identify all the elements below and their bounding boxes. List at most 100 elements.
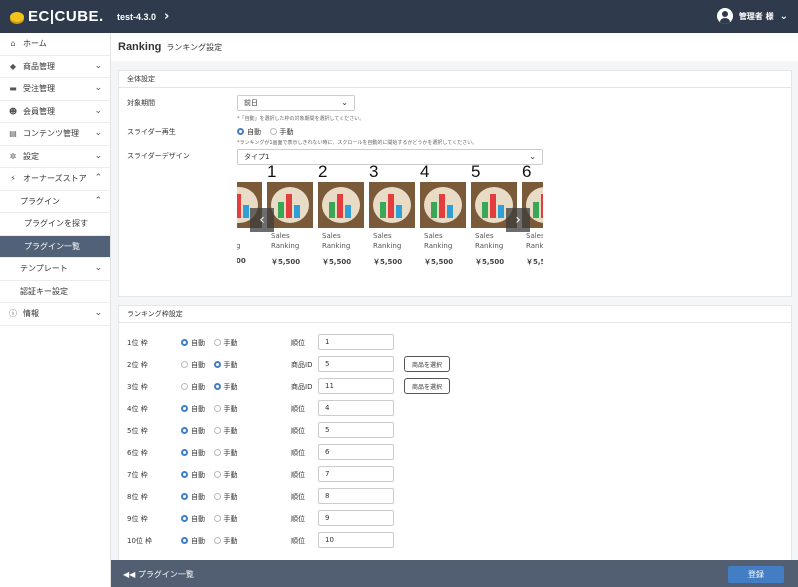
frame-value-input[interactable]: 5 — [318, 356, 394, 372]
chevron-down-icon: ⌄ — [779, 10, 788, 22]
sidebar-item-home[interactable]: ⌂ ホーム — [0, 33, 110, 56]
slide-price: 00 — [237, 257, 246, 265]
frame-value-input[interactable]: 9 — [318, 510, 394, 526]
sidebar-item-settings[interactable]: ✲ 設定 ⌄ — [0, 146, 110, 168]
radio-auto[interactable] — [181, 492, 188, 500]
sales-ranking-image — [369, 182, 415, 228]
frame-field-label: 順位 — [291, 471, 305, 479]
chevron-right-icon[interactable]: › — [164, 9, 169, 24]
period-label: 対象期間 — [127, 99, 155, 107]
frame-name: 3位 枠 — [127, 383, 148, 391]
slide-title-line1: Sales — [475, 232, 494, 240]
sidebar-item-plugin-list[interactable]: プラグイン一覧 — [0, 235, 110, 258]
frame-value-input[interactable]: 10 — [318, 532, 394, 548]
radio-manual[interactable] — [213, 404, 221, 412]
chevron-down-icon: ⌄ — [94, 83, 102, 93]
radio-auto[interactable] — [181, 382, 188, 390]
slider-design-value: タイプ1 — [244, 153, 270, 161]
radio-auto[interactable] — [181, 514, 188, 522]
cart-icon: ▬ — [9, 84, 17, 94]
save-button[interactable]: 登録 — [728, 566, 784, 583]
frame-value-input[interactable]: 6 — [318, 444, 394, 460]
back-to-plugin-list-link[interactable]: ◀◀ プラグイン一覧 — [123, 569, 194, 580]
period-select[interactable]: 前日 ⌄ — [237, 95, 355, 111]
slide-title-line1: Sales — [271, 232, 290, 240]
radio-auto[interactable] — [181, 536, 188, 544]
sidebar-item-auth-key[interactable]: 認証キー設定 — [0, 281, 110, 303]
radio-manual[interactable] — [213, 470, 221, 478]
sidebar-item-customers[interactable]: ☻ 会員管理 ⌄ — [0, 101, 110, 123]
frame-mode-radio-group: 自動 手動 — [181, 404, 244, 414]
frame-mode-radio-group: 自動 手動 — [181, 382, 244, 392]
frame-mode-radio-group: 自動 手動 — [181, 492, 244, 502]
radio-auto[interactable] — [181, 404, 188, 412]
radio-auto[interactable] — [181, 360, 188, 368]
card-heading: 全体設定 — [119, 71, 791, 88]
double-chevron-left-icon: ◀◀ — [123, 570, 136, 579]
frame-row: 1位 枠 自動 手動 順位 1 — [127, 334, 787, 352]
sidebar-item-owners-store[interactable]: ⚡ オーナーズストア ⌃ — [0, 168, 110, 191]
shop-name[interactable]: test-4.3.0 — [117, 12, 156, 22]
sidebar-item-info[interactable]: ⓘ 情報 ⌄ — [0, 303, 110, 326]
period-hint: *「自動」を選択した枠の対象期間を選択してください。 — [237, 116, 365, 122]
info-icon: ⓘ — [9, 309, 17, 319]
radio-label: 手動 — [223, 361, 238, 369]
radio-manual[interactable] — [213, 360, 221, 368]
radio-auto[interactable] — [181, 426, 188, 434]
sidebar-item-find-plugin[interactable]: プラグインを探す — [0, 213, 110, 236]
radio-manual[interactable] — [269, 127, 277, 135]
radio-label: 手動 — [223, 405, 238, 413]
select-product-button[interactable]: 商品を選択 — [404, 378, 450, 394]
sidebar-item-plugin[interactable]: プラグイン ⌃ — [0, 191, 110, 213]
users-icon: ☻ — [8, 106, 18, 116]
frame-name: 1位 枠 — [127, 339, 148, 347]
frame-value-input[interactable]: 5 — [318, 422, 394, 438]
slide-title-line1: Sales — [526, 232, 543, 240]
slider-prev-arrow-icon[interactable]: ‹ — [250, 208, 274, 232]
radio-manual[interactable] — [213, 514, 221, 522]
select-product-button[interactable]: 商品を選択 — [404, 356, 450, 372]
frame-value-input[interactable]: 1 — [318, 334, 394, 350]
home-icon: ⌂ — [10, 39, 16, 49]
radio-manual[interactable] — [213, 382, 221, 390]
user-menu[interactable]: 管理者 様 ⌄ — [716, 8, 788, 24]
sidebar-item-orders[interactable]: ▬ 受注管理 ⌄ — [0, 78, 110, 101]
frame-mode-radio-group: 自動 手動 — [181, 470, 244, 480]
frame-value-input[interactable]: 7 — [318, 466, 394, 482]
sidebar-item-products[interactable]: ◆ 商品管理 ⌄ — [0, 56, 110, 78]
slide-title-line2: Ranking — [475, 242, 504, 250]
slider-next-arrow-icon[interactable]: › — [506, 208, 530, 232]
frame-value-input[interactable]: 8 — [318, 488, 394, 504]
radio-manual[interactable] — [213, 426, 221, 434]
frame-name: 10位 枠 — [127, 537, 153, 545]
frame-name: 6位 枠 — [127, 449, 148, 457]
plug-icon: ⚡ — [10, 174, 16, 184]
slider-design-label: スライダーデザイン — [127, 152, 190, 160]
sidebar-item-template[interactable]: テンプレート ⌄ — [0, 258, 110, 281]
frame-field-label: 順位 — [291, 405, 305, 413]
frame-value-input[interactable]: 4 — [318, 400, 394, 416]
radio-auto[interactable] — [237, 127, 244, 135]
slide-rank-number: 6 — [522, 162, 532, 181]
slider-hint: *ランキングが1画面で表示しきれない時に、スクロールを自動的に開始するかどうかを… — [237, 140, 478, 146]
frame-row: 4位 枠 自動 手動 順位 4 — [127, 400, 787, 418]
radio-manual[interactable] — [213, 536, 221, 544]
ec-cube-logo[interactable]: EC|CUBE. — [0, 0, 111, 33]
radio-manual[interactable] — [213, 448, 221, 456]
radio-auto[interactable] — [181, 470, 188, 478]
radio-auto[interactable] — [181, 448, 188, 456]
page-title: Ranking — [118, 41, 162, 53]
slide-title-line2: Ranking — [373, 242, 402, 250]
frame-value-input[interactable]: 11 — [318, 378, 394, 394]
radio-manual[interactable] — [213, 492, 221, 500]
back-link-label: プラグイン一覧 — [137, 570, 194, 579]
frame-name: 5位 枠 — [127, 427, 148, 435]
sidebar-item-contents[interactable]: ▤ コンテンツ管理 ⌄ — [0, 123, 110, 146]
frame-row: 9位 枠 自動 手動 順位 9 — [127, 510, 787, 528]
slide-title-line1: Sales — [322, 232, 341, 240]
frame-name: 9位 枠 — [127, 515, 148, 523]
radio-auto[interactable] — [181, 338, 188, 346]
sidebar-item-label: 設定 — [23, 151, 39, 161]
sidebar-item-label: 会員管理 — [23, 106, 55, 116]
radio-manual[interactable] — [213, 338, 221, 346]
